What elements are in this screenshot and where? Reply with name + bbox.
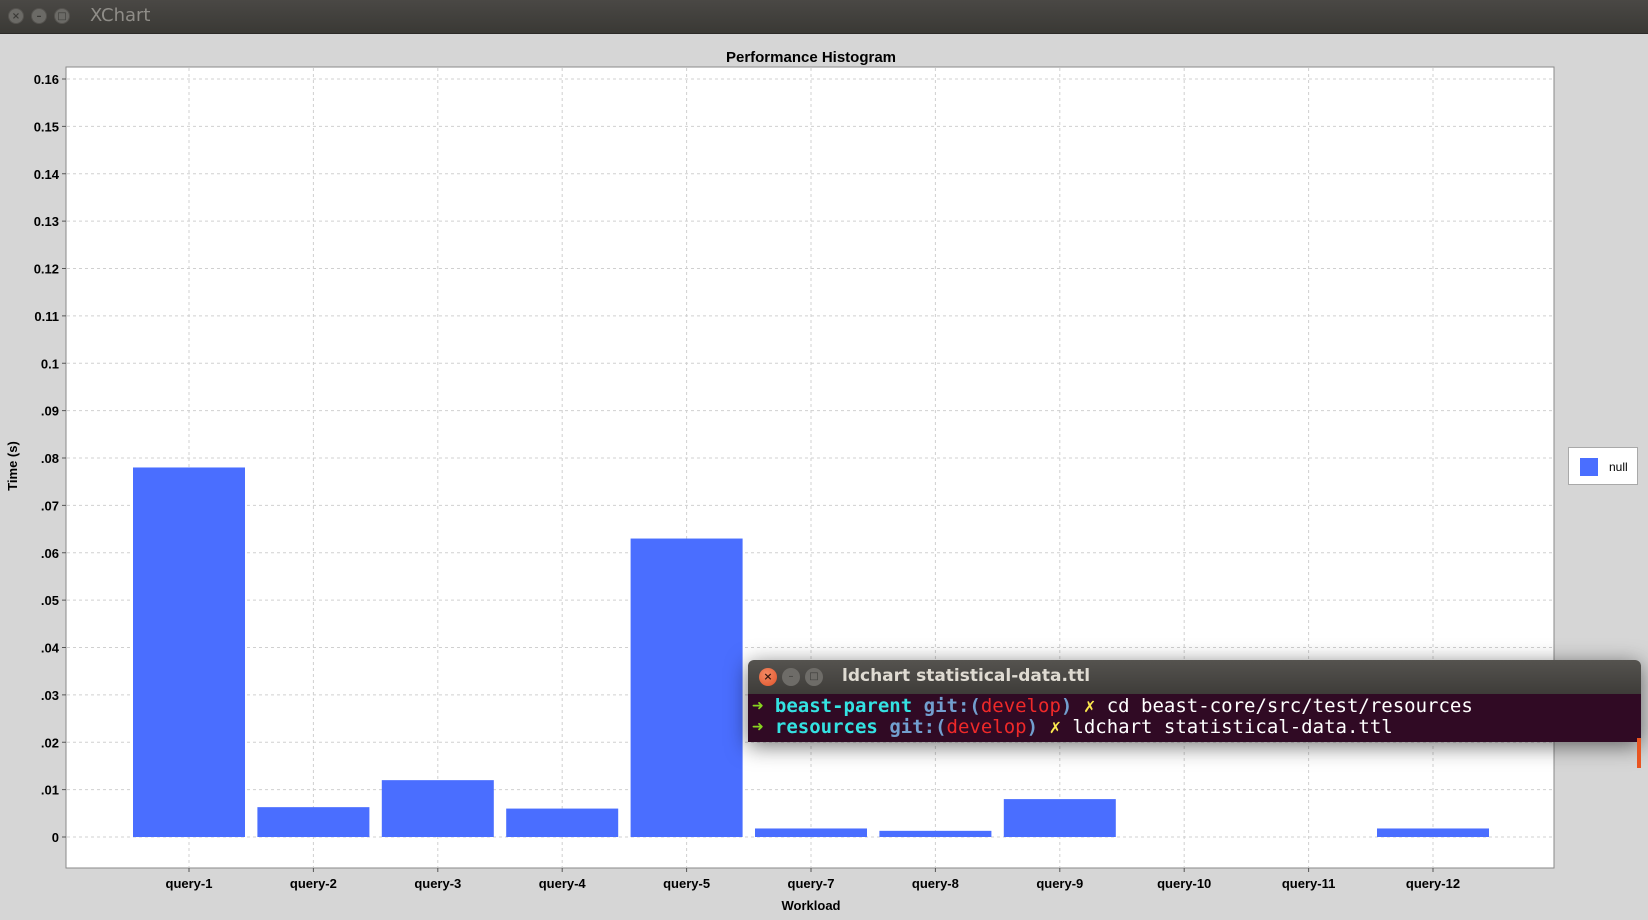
terminal-maximize-icon[interactable]: □ bbox=[805, 668, 823, 686]
prompt-directory: resources bbox=[774, 716, 878, 738]
y-tick-label: 0.12 bbox=[34, 262, 59, 277]
prompt-git-prefix: git:( bbox=[923, 695, 981, 717]
legend-label: null bbox=[1609, 460, 1628, 474]
y-tick-label: .04 bbox=[41, 641, 60, 656]
chart-legend: null bbox=[1568, 447, 1638, 485]
terminal-window[interactable]: × – □ ldchart statistical-data.ttl ➜ bea… bbox=[748, 660, 1641, 768]
y-tick-label: 0 bbox=[52, 830, 59, 845]
terminal-line: ➜ resources git:(develop) ✗ ldchart stat… bbox=[752, 716, 1393, 738]
terminal-title: ldchart statistical-data.ttl bbox=[842, 666, 1091, 686]
terminal-close-icon[interactable]: × bbox=[759, 668, 777, 686]
y-tick-label: .07 bbox=[41, 498, 59, 513]
y-tick-label: .06 bbox=[41, 546, 59, 561]
bar-query-4 bbox=[506, 808, 619, 837]
prompt-git-suffix: ) bbox=[1026, 716, 1039, 738]
y-axis-tick-labels: 0 .01 .02 .03 .04 .05 .06 .07 .08 .09 0.1 0.11 0.12 0… bbox=[34, 72, 60, 845]
bar-query-3 bbox=[381, 780, 494, 837]
x-tick-label: query-8 bbox=[912, 876, 959, 891]
prompt-branch: develop bbox=[980, 695, 1061, 717]
y-tick-label: 0.11 bbox=[34, 309, 59, 324]
legend-swatch bbox=[1580, 458, 1598, 476]
prompt-git-suffix: ) bbox=[1060, 695, 1073, 717]
terminal-minimize-icon[interactable]: – bbox=[782, 668, 800, 686]
y-tick-label: 0.14 bbox=[34, 167, 60, 182]
bar-query-8 bbox=[879, 830, 992, 837]
x-tick-label: query-2 bbox=[290, 876, 337, 891]
prompt-branch: develop bbox=[946, 716, 1027, 738]
bar-query-5 bbox=[630, 538, 743, 837]
x-axis-label: Workload bbox=[782, 898, 841, 913]
terminal-body[interactable]: ➜ beast-parent git:(develop) ✗ cd beast-… bbox=[748, 694, 1641, 768]
y-axis-label: Time (s) bbox=[5, 441, 20, 491]
terminal-command: cd beast-core/src/test/resources bbox=[1106, 695, 1473, 717]
x-axis-tick-labels: query-1 query-2 query-3 query-4 query-5 query… bbox=[166, 868, 1460, 891]
x-tick-label: query-4 bbox=[539, 876, 587, 891]
bar-query-9 bbox=[1003, 799, 1116, 837]
prompt-directory: beast-parent bbox=[774, 695, 913, 717]
bar-query-12 bbox=[1377, 828, 1489, 837]
y-tick-label: .02 bbox=[41, 735, 59, 750]
y-tick-label: .08 bbox=[41, 451, 59, 466]
terminal-line: ➜ beast-parent git:(develop) ✗ cd beast-… bbox=[752, 695, 1473, 717]
prompt-arrow-icon: ➜ bbox=[752, 716, 764, 738]
prompt-arrow-icon: ➜ bbox=[752, 695, 764, 717]
window-maximize-icon[interactable]: □ bbox=[54, 8, 70, 24]
x-tick-label: query-11 bbox=[1282, 876, 1335, 891]
x-tick-label: query-3 bbox=[414, 876, 461, 891]
window-close-icon[interactable]: × bbox=[8, 8, 24, 24]
y-tick-label: 0.15 bbox=[34, 119, 59, 134]
y-tick-label: .01 bbox=[41, 783, 59, 798]
y-tick-label: .05 bbox=[41, 593, 59, 608]
bar-query-1 bbox=[133, 467, 245, 837]
terminal-titlebar[interactable]: × – □ ldchart statistical-data.ttl bbox=[748, 660, 1641, 694]
x-tick-label: query-7 bbox=[788, 876, 835, 891]
plot-area bbox=[65, 66, 1555, 869]
y-tick-label: .09 bbox=[41, 404, 59, 419]
y-tick-label: 0.13 bbox=[34, 214, 59, 229]
terminal-command: ldchart statistical-data.ttl bbox=[1072, 716, 1393, 738]
window-minimize-icon[interactable]: – bbox=[31, 8, 47, 24]
x-tick-label: query-10 bbox=[1157, 876, 1211, 891]
y-tick-label: 0.1 bbox=[41, 356, 59, 371]
bar-chart: Performance Histogram 0 .01 .02 .03 .04 .05 .0… bbox=[5, 49, 1555, 913]
x-tick-label: query-9 bbox=[1036, 876, 1083, 891]
bar-query-2 bbox=[257, 807, 370, 837]
terminal-scrollbar[interactable] bbox=[1637, 738, 1641, 768]
prompt-dirty-icon: ✗ bbox=[1049, 716, 1061, 738]
y-tick-label: 0.16 bbox=[34, 72, 59, 87]
x-tick-label: query-12 bbox=[1406, 876, 1460, 891]
prompt-git-prefix: git:( bbox=[889, 716, 947, 738]
window-title: XChart bbox=[90, 5, 151, 26]
bar-query-7 bbox=[755, 828, 867, 837]
window-titlebar: × – □ XChart bbox=[0, 0, 1648, 34]
y-tick-label: .03 bbox=[41, 688, 59, 703]
chart-title: Performance Histogram bbox=[726, 49, 896, 66]
prompt-dirty-icon: ✗ bbox=[1083, 695, 1096, 717]
x-tick-label: query-1 bbox=[166, 876, 213, 891]
x-tick-label: query-5 bbox=[663, 876, 710, 891]
